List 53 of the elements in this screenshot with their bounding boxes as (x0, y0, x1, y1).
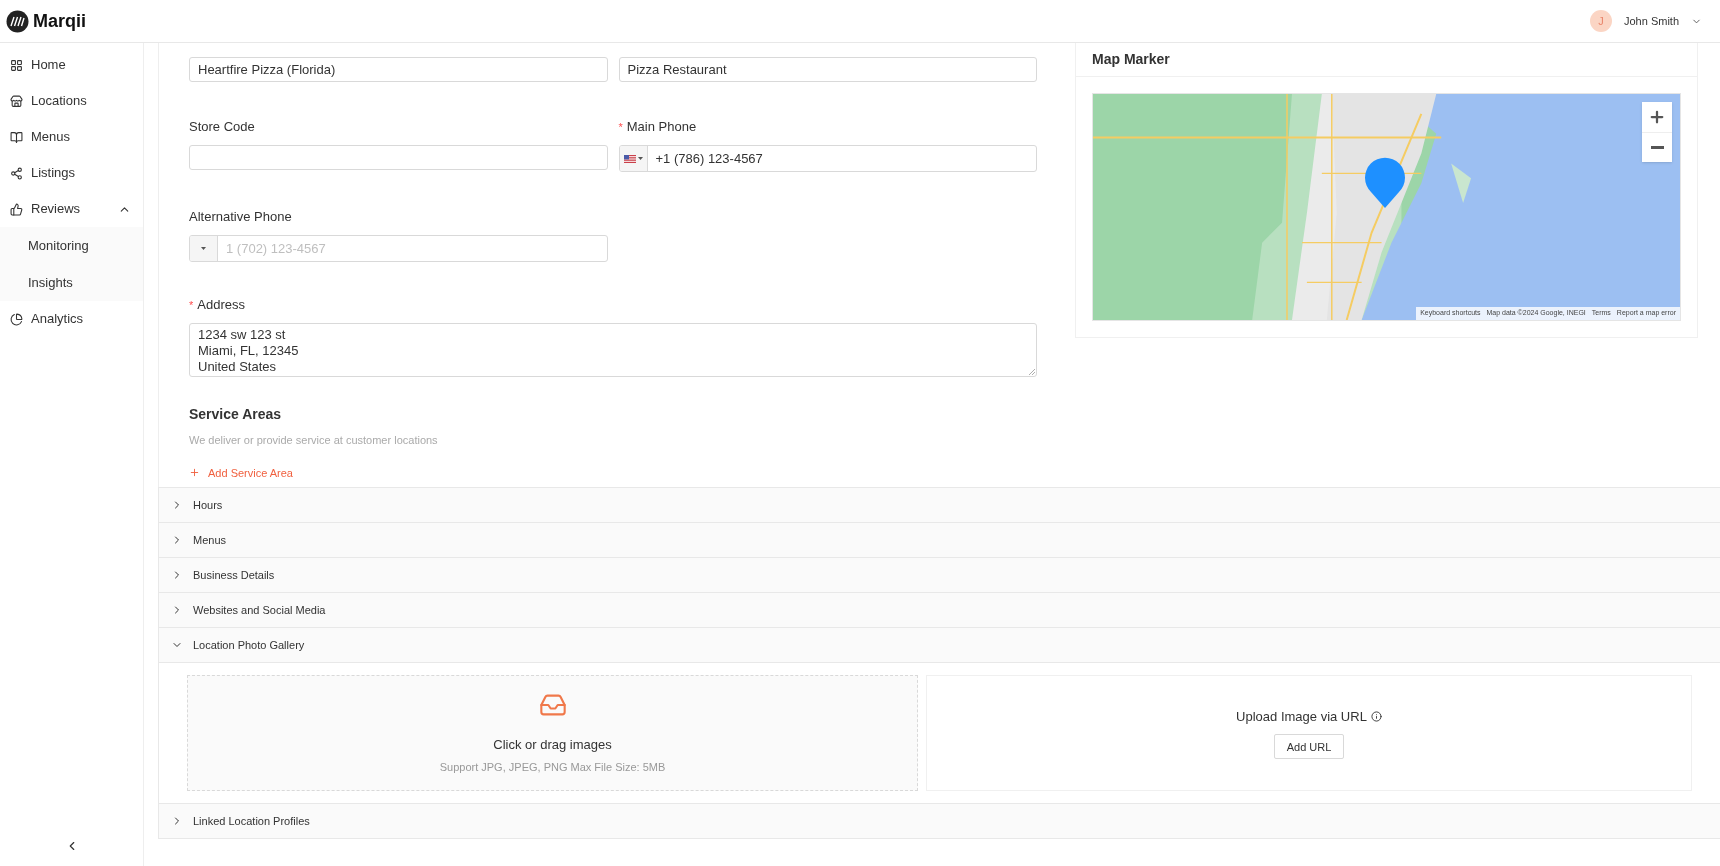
accordion-header[interactable]: Business Details (158, 558, 1720, 593)
resize-handle-icon[interactable] (1029, 369, 1035, 375)
dropzone-title: Click or drag images (493, 736, 612, 754)
thumbs-up-icon (10, 202, 23, 216)
sidebar-item[interactable]: Menus (0, 119, 143, 155)
field-label: Address (197, 296, 245, 315)
phone-field[interactable]: +1 (786) 123-4567 (618, 145, 1037, 172)
plus-icon (1648, 108, 1666, 126)
submenu-item[interactable]: Monitoring (0, 227, 143, 264)
accordion-header[interactable]: Linked Location Profiles (158, 804, 1720, 839)
address-field[interactable]: 1234 sw 123 st Miami, FL, 12345 United States (189, 323, 1037, 377)
accordion-header[interactable]: Websites and Social Media (158, 593, 1720, 628)
text-field[interactable] (189, 145, 608, 170)
flag-icon (623, 154, 636, 163)
field-label: Alternative Phone (189, 208, 292, 227)
brand-name: Marqii (33, 9, 86, 33)
sidebar-item[interactable]: Home (0, 47, 143, 83)
accordion-header[interactable]: Location Photo Gallery (158, 628, 1720, 663)
text-field[interactable]: Heartfire Pizza (Florida) (189, 57, 608, 82)
dropzone-hint: Support JPG, JPEG, PNG Max File Size: 5MB (439, 759, 666, 775)
required-asterisk: * (618, 119, 623, 135)
dropdown-icon (201, 247, 206, 250)
grid-icon (10, 58, 23, 72)
country-select[interactable] (619, 146, 648, 171)
pie-chart-icon (10, 312, 23, 326)
add-url-button[interactable]: Add URL (1273, 734, 1345, 760)
text-field[interactable]: Pizza Restaurant (618, 57, 1037, 82)
sidebar-item[interactable]: Locations (0, 83, 143, 119)
storefront-icon (10, 94, 23, 108)
required-asterisk: * (189, 297, 194, 313)
nodes-icon (10, 166, 23, 180)
card-title: Map Marker (1092, 50, 1170, 69)
dropdown-icon (637, 157, 643, 160)
field-label: Main Phone (626, 118, 697, 137)
user-menu[interactable]: J John Smith (1589, 10, 1714, 32)
plus-icon (189, 467, 200, 479)
field-label: Store Code (189, 118, 255, 137)
minus-icon (1650, 146, 1664, 149)
image-dropzone[interactable]: Click or drag images Support JPG, JPEG, PNG Max File Size: 5MB (187, 675, 918, 791)
sidebar-item[interactable]: Listings (0, 155, 143, 191)
section-heading: Service Areas (189, 405, 283, 424)
section-description: We deliver or provide service at customer locations (189, 433, 439, 448)
location-pin-icon[interactable] (1363, 156, 1407, 208)
user-avatar: J (1589, 10, 1612, 32)
submenu-item[interactable]: Insights (0, 264, 143, 301)
logo-icon (6, 9, 29, 33)
url-upload-title: Upload Image via URL (1236, 707, 1367, 726)
accordion-header[interactable]: Menus (158, 523, 1720, 558)
sidebar-item[interactable]: Reviews (0, 191, 143, 227)
sidebar-item[interactable]: Analytics (0, 301, 143, 337)
info-icon[interactable] (1370, 711, 1382, 722)
accordion-header[interactable]: Hours (158, 488, 1720, 523)
book-icon (10, 130, 23, 144)
